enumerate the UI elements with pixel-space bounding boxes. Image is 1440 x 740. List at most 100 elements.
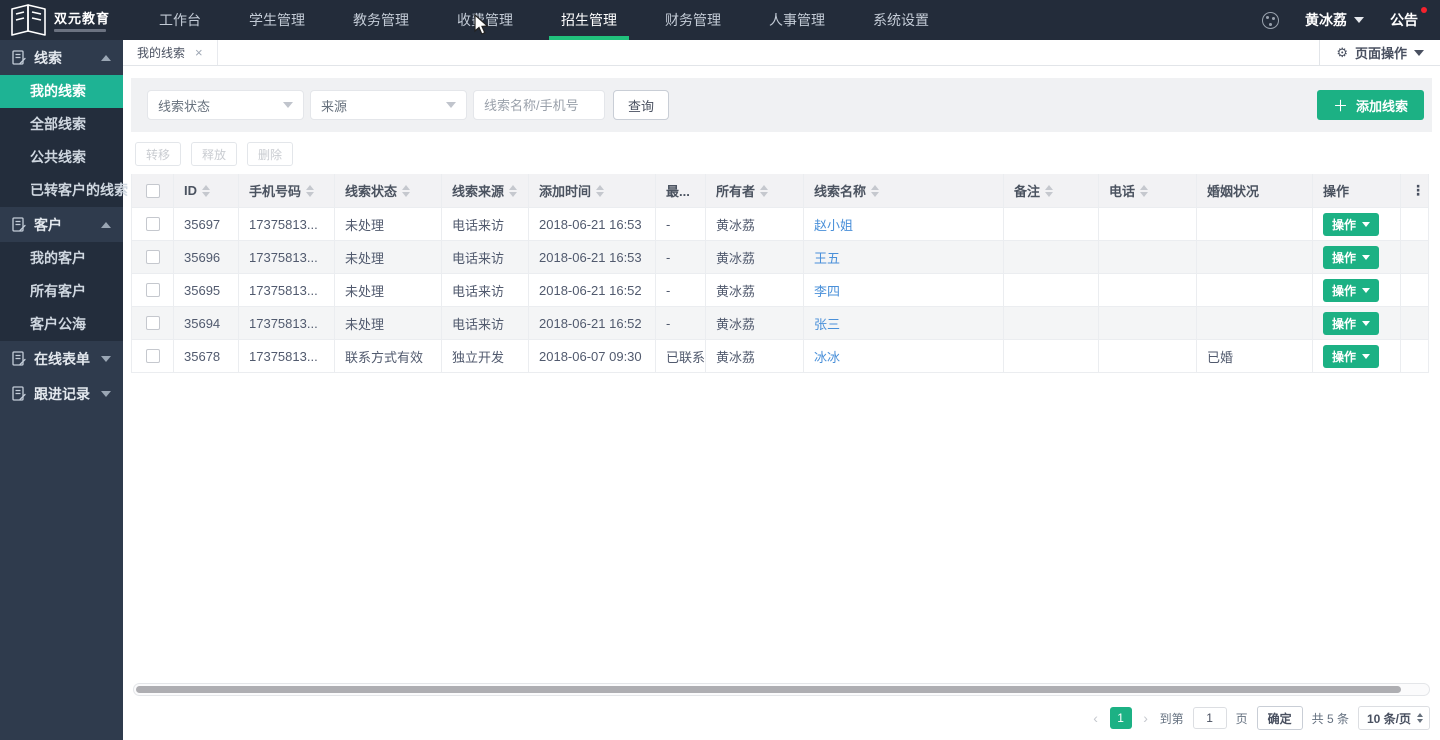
cell-tel: [1099, 307, 1197, 340]
goto-confirm-button[interactable]: 确定: [1257, 706, 1303, 730]
cell-status: 联系方式有效: [335, 340, 442, 373]
page-number-1[interactable]: 1: [1110, 707, 1132, 729]
nav-item-财务管理[interactable]: 财务管理: [641, 0, 745, 40]
cell-marital: 已婚: [1197, 340, 1313, 373]
scrollbar-thumb[interactable]: [136, 686, 1401, 693]
lead-name-link[interactable]: 张三: [814, 314, 840, 333]
select-all-checkbox[interactable]: [146, 184, 160, 198]
nav-item-人事管理[interactable]: 人事管理: [745, 0, 849, 40]
sort-icon[interactable]: [306, 185, 314, 197]
sidebar-item-我的客户[interactable]: 我的客户: [0, 242, 123, 275]
cell-action: 操作: [1313, 241, 1401, 274]
add-lead-button[interactable]: ＋ 添加线索: [1317, 90, 1424, 120]
sidebar-item-公共线索[interactable]: 公共线索: [0, 141, 123, 174]
nav-item-工作台[interactable]: 工作台: [135, 0, 225, 40]
header-label-marital: 婚姻状况: [1207, 181, 1259, 200]
bulk-action-bar: 转移释放删除: [123, 132, 1440, 174]
row-action-button[interactable]: 操作: [1323, 345, 1379, 368]
sort-icon[interactable]: [1140, 185, 1148, 197]
cell-more: [1401, 274, 1429, 307]
lead-status-select[interactable]: 线索状态: [147, 90, 304, 120]
user-menu[interactable]: 黄冰荔: [1305, 10, 1364, 30]
lead-status-value: 线索状态: [158, 96, 210, 115]
table-row: 3569417375813...未处理电话来访2018-06-21 16:52-…: [132, 307, 1428, 340]
sidebar-item-全部线索[interactable]: 全部线索: [0, 108, 123, 141]
horizontal-scrollbar[interactable]: [133, 683, 1430, 696]
cell-sel: [132, 274, 174, 307]
close-icon[interactable]: ×: [195, 46, 203, 59]
goto-suffix-label: 页: [1236, 710, 1248, 727]
add-lead-label: 添加线索: [1356, 96, 1408, 115]
cell-more: [1401, 340, 1429, 373]
search-input[interactable]: [473, 90, 605, 120]
cell-latest: 已联系: [656, 340, 706, 373]
tab-my-leads[interactable]: 我的线索 ×: [123, 40, 218, 65]
row-checkbox[interactable]: [146, 316, 160, 330]
sidebar-group-跟进记录[interactable]: 跟进记录: [0, 376, 123, 411]
content-spacer: [123, 373, 1440, 683]
sort-icon[interactable]: [509, 185, 517, 197]
nav-item-教务管理[interactable]: 教务管理: [329, 0, 433, 40]
cell-note: [1004, 241, 1099, 274]
announcement-button[interactable]: 公告: [1390, 10, 1424, 30]
lead-name-link[interactable]: 冰冰: [814, 347, 840, 366]
row-checkbox[interactable]: [146, 250, 160, 264]
sort-icon[interactable]: [402, 185, 410, 197]
source-select[interactable]: 来源: [310, 90, 467, 120]
header-cell-source: 线索来源: [442, 174, 529, 208]
cell-id: 35697: [174, 208, 239, 241]
sidebar-item-客户公海[interactable]: 客户公海: [0, 308, 123, 341]
sidebar-group-客户[interactable]: 客户: [0, 207, 123, 242]
header-cell-tel: 电话: [1099, 174, 1197, 208]
cell-owner: 黄冰荔: [706, 340, 804, 373]
sidebar-group-在线表单[interactable]: 在线表单: [0, 341, 123, 376]
chevron-down-icon: [1362, 222, 1370, 227]
sidebar-group-线索[interactable]: 线索: [0, 40, 123, 75]
next-page-icon[interactable]: ›: [1141, 710, 1151, 726]
cell-note: [1004, 340, 1099, 373]
page-size-value: 10 条/页: [1367, 710, 1411, 727]
lead-name-link[interactable]: 王五: [814, 248, 840, 267]
page-actions-dropdown[interactable]: ⚙ 页面操作: [1319, 40, 1440, 65]
sort-icon[interactable]: [202, 185, 210, 197]
cell-more: [1401, 241, 1429, 274]
sidebar-item-已转客户的线索[interactable]: 已转客户的线索: [0, 174, 123, 207]
sort-icon[interactable]: [760, 185, 768, 197]
column-settings-icon[interactable]: ⋮: [1411, 182, 1425, 199]
sort-icon[interactable]: [596, 185, 604, 197]
cell-marital: [1197, 274, 1313, 307]
nav-item-学生管理[interactable]: 学生管理: [225, 0, 329, 40]
row-action-button[interactable]: 操作: [1323, 312, 1379, 335]
nav-item-系统设置[interactable]: 系统设置: [849, 0, 953, 40]
page-size-select[interactable]: 10 条/页: [1358, 706, 1430, 730]
goto-page-input[interactable]: [1193, 707, 1227, 729]
sort-icon[interactable]: [871, 185, 879, 197]
row-checkbox[interactable]: [146, 283, 160, 297]
notification-dot: [1421, 7, 1427, 13]
lead-name-link[interactable]: 李四: [814, 281, 840, 300]
row-action-button[interactable]: 操作: [1323, 279, 1379, 302]
row-checkbox[interactable]: [146, 217, 160, 231]
cell-name: 王五: [804, 241, 1004, 274]
sidebar-item-我的线索[interactable]: 我的线索: [0, 75, 123, 108]
cell-status: 未处理: [335, 274, 442, 307]
chevron-down-icon: [1362, 321, 1370, 326]
cell-marital: [1197, 241, 1313, 274]
sidebar-item-所有客户[interactable]: 所有客户: [0, 275, 123, 308]
sort-icon[interactable]: [1045, 185, 1053, 197]
prev-page-icon[interactable]: ‹: [1091, 710, 1101, 726]
row-action-button[interactable]: 操作: [1323, 246, 1379, 269]
cell-source: 电话来访: [442, 208, 529, 241]
cell-note: [1004, 208, 1099, 241]
cell-source: 电话来访: [442, 274, 529, 307]
header-cell-owner: 所有者: [706, 174, 804, 208]
search-button[interactable]: 查询: [613, 90, 669, 120]
cell-note: [1004, 307, 1099, 340]
row-action-button[interactable]: 操作: [1323, 213, 1379, 236]
nav-item-收费管理[interactable]: 收费管理: [433, 0, 537, 40]
theme-icon[interactable]: [1262, 12, 1279, 29]
lead-name-link[interactable]: 赵小姐: [814, 215, 853, 234]
nav-item-招生管理[interactable]: 招生管理: [537, 0, 641, 40]
cell-tel: [1099, 208, 1197, 241]
row-checkbox[interactable]: [146, 349, 160, 363]
